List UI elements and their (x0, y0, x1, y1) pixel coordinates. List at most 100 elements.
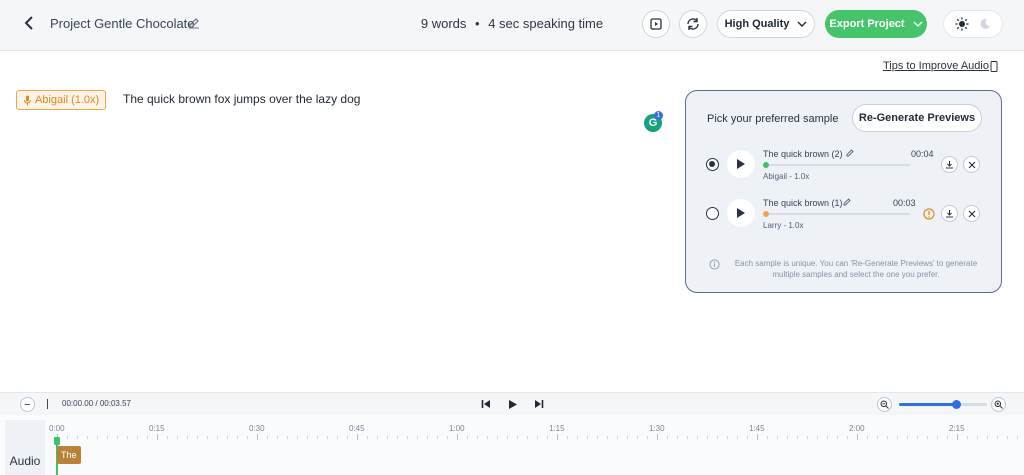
tick-label: 1:30 (649, 424, 665, 433)
speaking-time: 4 sec speaking time (488, 16, 604, 31)
theme-toggle[interactable] (943, 10, 1003, 38)
tick-mark-minor (427, 436, 428, 439)
tick-mark-minor (567, 436, 568, 439)
tick-mark (857, 434, 858, 440)
timeline-ruler[interactable]: 0:00 0:15 0:30 0:45 1:00 1:15 1:30 1:45 2:00 2:15 (49, 415, 1024, 445)
tick-label: 0:30 (249, 424, 265, 433)
tick-mark (957, 434, 958, 440)
player-bar: − 00:00.00 / 00:03.57 (0, 392, 1024, 415)
tick-mark-minor (787, 436, 788, 439)
tick-label: 0:00 (49, 424, 65, 433)
remove-button[interactable] (963, 156, 980, 173)
tick-mark-minor (917, 436, 918, 439)
panel-note: Each sample is unique. You can 'Re-Gener… (734, 259, 978, 279)
tick-mark (657, 434, 658, 440)
tick-mark-minor (797, 436, 798, 439)
download-button[interactable] (941, 205, 958, 222)
time-display: 00:00.00 / 00:03.57 (62, 399, 131, 408)
tick-mark (257, 434, 258, 440)
sample-radio[interactable] (706, 158, 719, 171)
collapse-button[interactable]: − (20, 397, 35, 412)
tick-mark-minor (267, 436, 268, 439)
audio-clip[interactable]: The (57, 446, 81, 464)
tick-mark-minor (87, 436, 88, 439)
edit-icon[interactable] (846, 149, 854, 157)
tick-mark-minor (927, 436, 928, 439)
edit-title-icon[interactable] (188, 17, 200, 29)
tick-mark-minor (247, 436, 248, 439)
panel-title: Pick your preferred sample (707, 113, 839, 125)
project-title[interactable]: Project Gentle Chocolate (50, 16, 195, 31)
sample-play-button[interactable] (727, 199, 755, 227)
zoom-slider[interactable] (899, 400, 987, 409)
tick-mark-minor (847, 436, 848, 439)
download-button[interactable] (941, 156, 958, 173)
tick-mark-minor (677, 436, 678, 439)
tick-label: 0:15 (149, 424, 165, 433)
tick-mark-minor (107, 436, 108, 439)
preview-button[interactable] (642, 10, 670, 38)
sun-icon[interactable] (955, 17, 969, 31)
refresh-button[interactable] (679, 10, 707, 38)
sample-progress[interactable] (763, 211, 910, 217)
tick-mark-minor (367, 436, 368, 439)
download-icon (946, 161, 953, 169)
tick-mark-minor (997, 436, 998, 439)
back-button[interactable] (20, 14, 38, 34)
close-icon (968, 210, 975, 217)
skip-back-button[interactable] (479, 397, 493, 411)
remove-button[interactable] (963, 205, 980, 222)
play-button[interactable] (506, 397, 520, 411)
sample-voice: Larry - 1.0x (763, 221, 804, 230)
zoom-out-button[interactable] (877, 397, 892, 412)
tick-mark-minor (147, 436, 148, 439)
tick-mark-minor (977, 436, 978, 439)
moon-icon[interactable] (979, 18, 991, 30)
edit-icon[interactable] (843, 198, 851, 206)
tick-mark-minor (467, 436, 468, 439)
tick-mark-minor (197, 436, 198, 439)
tick-mark-minor (337, 436, 338, 439)
tick-mark-minor (697, 436, 698, 439)
tick-mark-minor (347, 436, 348, 439)
tick-mark-minor (207, 436, 208, 439)
sample-duration: 00:04 (911, 149, 934, 159)
tick-mark-minor (937, 436, 938, 439)
zoom-in-icon (994, 400, 1003, 409)
warning-icon[interactable] (923, 208, 935, 220)
zoom-out-icon (880, 400, 889, 409)
download-icon (946, 210, 953, 218)
sample-progress[interactable] (763, 162, 910, 168)
playhead-handle[interactable] (54, 437, 60, 445)
back-arrow-icon (24, 15, 33, 30)
tips-link[interactable]: Tips to Improve Audio (883, 60, 989, 72)
tick-mark-minor (237, 436, 238, 439)
tick-mark-minor (487, 436, 488, 439)
sample-play-button[interactable] (727, 150, 755, 178)
top-bar: Project Gentle Chocolate 9 words • 4 sec… (0, 0, 1024, 51)
time-separator: / (95, 399, 98, 408)
editor-text[interactable]: The quick brown fox jumps over the lazy … (123, 92, 360, 106)
stats-separator: • (475, 16, 480, 31)
export-button[interactable]: Export Project (825, 10, 927, 38)
tick-mark-minor (817, 436, 818, 439)
tick-mark-minor (827, 436, 828, 439)
tick-mark-minor (417, 436, 418, 439)
quality-dropdown[interactable]: High Quality (717, 10, 815, 38)
zoom-slider-handle[interactable] (951, 400, 961, 409)
tick-mark-minor (117, 436, 118, 439)
tick-mark-minor (637, 436, 638, 439)
regenerate-previews-button[interactable]: Re-Generate Previews (852, 104, 982, 132)
tick-mark-minor (837, 436, 838, 439)
tick-mark-minor (517, 436, 518, 439)
tick-label: 2:00 (849, 424, 865, 433)
skip-forward-button[interactable] (532, 397, 546, 411)
sample-radio[interactable] (706, 207, 719, 220)
zoom-in-button[interactable] (991, 397, 1006, 412)
tick-mark-minor (327, 436, 328, 439)
tick-mark-minor (747, 436, 748, 439)
timeline[interactable]: Audio 0:00 0:15 0:30 0:45 1:00 1:15 1:30 1:45 2:… (0, 415, 1024, 475)
voice-tag[interactable]: Abigail (1.0x) (16, 90, 107, 110)
tick-mark (757, 434, 758, 440)
word-count: 9 words (420, 16, 467, 31)
